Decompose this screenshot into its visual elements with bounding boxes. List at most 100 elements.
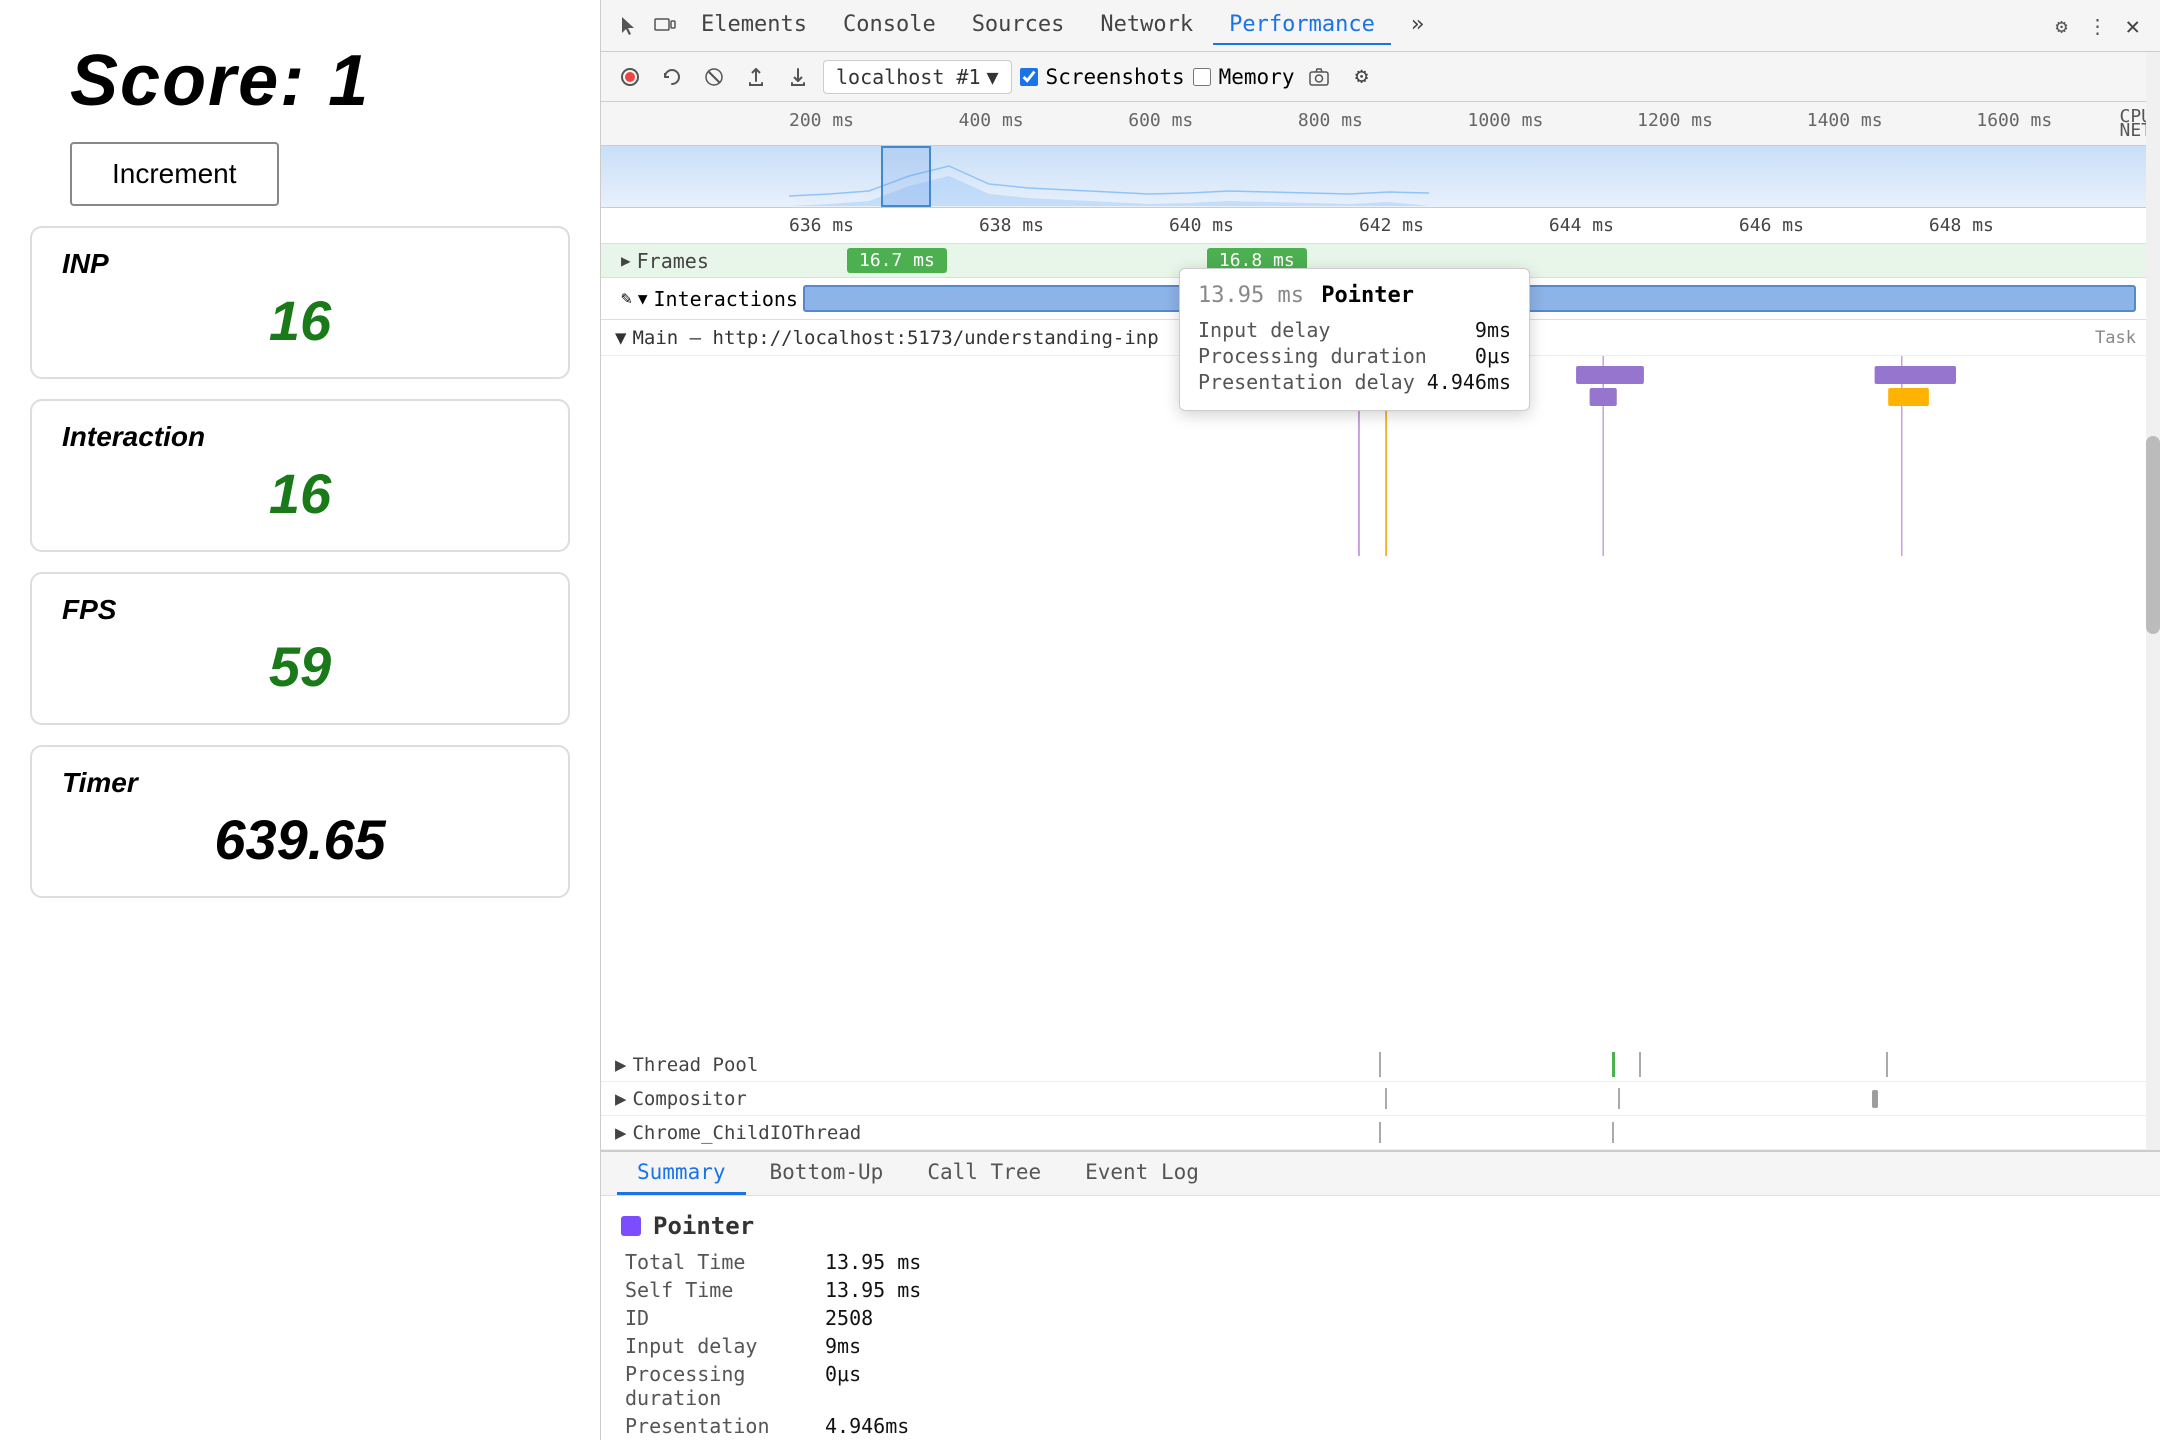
score-title: Score: 1: [70, 40, 370, 122]
tracks-area: [601, 356, 2160, 1048]
interaction-label: Interaction: [62, 421, 538, 453]
thread-tick-1: [1379, 1052, 1381, 1077]
url-text: localhost #1: [836, 65, 981, 89]
thread-tick-3: [1886, 1052, 1888, 1077]
devtools-toolbar: localhost #1 ▼ Screenshots Memory ⚙: [601, 52, 2160, 102]
interaction-value: 16: [62, 461, 538, 526]
fps-label: FPS: [62, 594, 538, 626]
tab-performance[interactable]: Performance: [1213, 6, 1391, 45]
ruler-tick-200: 200 ms: [789, 110, 854, 131]
tab-elements[interactable]: Elements: [685, 6, 823, 45]
ruler-tick-800: 800 ms: [1298, 110, 1363, 131]
compositor-label: ▶ Compositor: [601, 1088, 789, 1110]
total-time-val: 13.95 ms: [825, 1250, 2140, 1274]
proc-dur-val: 0μs: [825, 1362, 2140, 1410]
tab-console[interactable]: Console: [827, 6, 952, 45]
zoomed-tick-636: 636 ms: [789, 215, 854, 236]
compositor-chevron-icon[interactable]: ▶: [615, 1088, 626, 1110]
tab-summary[interactable]: Summary: [617, 1152, 746, 1195]
cursor-icon[interactable]: [613, 10, 645, 42]
tab-sources[interactable]: Sources: [956, 6, 1081, 45]
input-delay-key: Input delay: [625, 1334, 825, 1358]
upload-icon[interactable]: [739, 60, 773, 94]
tab-network[interactable]: Network: [1084, 6, 1209, 45]
frames-chevron-icon[interactable]: ▶: [621, 251, 631, 270]
pencil-icon: ✎: [621, 288, 632, 309]
childio-row: ▶ Chrome_ChildIOThread: [601, 1116, 2160, 1150]
increment-button[interactable]: Increment: [70, 142, 279, 206]
childio-tick-1: [1379, 1122, 1381, 1143]
scrollbar-thumb[interactable]: [2146, 436, 2160, 634]
url-dropdown-icon: ▼: [987, 65, 999, 89]
tooltip-time: 13.95 ms: [1198, 283, 1304, 308]
tooltip-presentation-label: Presentation delay: [1198, 370, 1415, 394]
zoomed-tick-640: 640 ms: [1169, 215, 1234, 236]
close-icon[interactable]: ✕: [2118, 8, 2148, 44]
input-delay-val: 9ms: [825, 1334, 2140, 1358]
download-icon[interactable]: [781, 60, 815, 94]
record-icon[interactable]: [613, 60, 647, 94]
tab-event-log[interactable]: Event Log: [1065, 1152, 1219, 1195]
pres-delay-val: 4.946ms: [825, 1414, 2140, 1440]
device-icon[interactable]: [649, 10, 681, 42]
url-selector[interactable]: localhost #1 ▼: [823, 60, 1012, 94]
clear-icon[interactable]: [697, 60, 731, 94]
ruler-tick-400: 400 ms: [959, 110, 1024, 131]
thread-pool-content: [789, 1048, 2160, 1081]
task-label: Task: [2095, 328, 2136, 348]
tooltip-input-delay-value: 9ms: [1475, 318, 1511, 342]
interactions-label: Interactions: [653, 287, 798, 311]
bottom-panel: Summary Bottom-Up Call Tree Event Log Po…: [601, 1150, 2160, 1440]
bottom-content: Pointer Total Time 13.95 ms Self Time 13…: [601, 1196, 2160, 1440]
tab-bottom-up[interactable]: Bottom-Up: [750, 1152, 904, 1195]
tab-more[interactable]: »: [1395, 6, 1440, 45]
main-label: Main — http://localhost:5173/understandi…: [632, 327, 1158, 349]
zoomed-tick-644: 644 ms: [1549, 215, 1614, 236]
tooltip-title: 13.95 ms Pointer: [1198, 283, 1511, 308]
tab-call-tree[interactable]: Call Tree: [907, 1152, 1061, 1195]
tooltip-type: Pointer: [1321, 283, 1414, 308]
thread-pool-row: ▶ Thread Pool: [601, 1048, 2160, 1082]
overview-selection[interactable]: [881, 146, 931, 207]
fps-card: FPS 59: [30, 572, 570, 725]
inp-value: 16: [62, 288, 538, 353]
left-panel: Score: 1 Increment INP 16 Interaction 16…: [0, 0, 600, 1440]
ruler-tick-1200: 1200 ms: [1637, 110, 1713, 131]
zoomed-tick-638: 638 ms: [979, 215, 1044, 236]
screenshots-checkbox[interactable]: [1020, 68, 1038, 86]
total-time-key: Total Time: [625, 1250, 825, 1274]
timer-label: Timer: [62, 767, 538, 799]
thread-tick-2: [1639, 1052, 1641, 1077]
overview-bar[interactable]: [601, 146, 2160, 208]
frames-label: ▶ Frames: [611, 249, 799, 273]
main-chevron-icon[interactable]: ▼: [615, 327, 626, 349]
compositor-tick-2: [1618, 1088, 1620, 1109]
devtools-header: Elements Console Sources Network Perform…: [601, 0, 2160, 52]
gear-icon[interactable]: ⚙: [1344, 60, 1378, 94]
interactions-chevron-icon[interactable]: ▼: [638, 289, 648, 308]
thread-pool-label: ▶ Thread Pool: [601, 1054, 789, 1076]
tooltip-processing-value: 0μs: [1475, 344, 1511, 368]
childio-chevron-icon[interactable]: ▶: [615, 1122, 626, 1144]
childio-label: ▶ Chrome_ChildIOThread: [601, 1122, 789, 1144]
timer-value: 639.65: [62, 807, 538, 872]
thread-pool-chevron-icon[interactable]: ▶: [615, 1054, 626, 1076]
compositor-row: ▶ Compositor: [601, 1082, 2160, 1116]
bottom-tabs: Summary Bottom-Up Call Tree Event Log: [601, 1152, 2160, 1196]
fps-value: 59: [62, 634, 538, 699]
screenshots-checkbox-group: Screenshots: [1020, 65, 1185, 89]
tooltip: 13.95 ms Pointer Input delay 9ms Process…: [1179, 268, 1530, 411]
self-time-val: 13.95 ms: [825, 1278, 2140, 1302]
tooltip-processing-row: Processing duration 0μs: [1198, 344, 1511, 368]
screenshot-icon[interactable]: [1302, 60, 1336, 94]
more-icon[interactable]: ⋮: [2082, 10, 2114, 42]
tooltip-input-delay-label: Input delay: [1198, 318, 1330, 342]
reload-icon[interactable]: [655, 60, 689, 94]
ruler-tick-1600: 1600 ms: [1976, 110, 2052, 131]
memory-checkbox[interactable]: [1193, 68, 1211, 86]
settings-icon[interactable]: ⚙: [2046, 10, 2078, 42]
thread-pool-text: Thread Pool: [632, 1054, 758, 1076]
childio-content: [789, 1116, 2160, 1149]
interaction-card: Interaction 16: [30, 399, 570, 552]
pointer-title: Pointer: [653, 1212, 754, 1240]
